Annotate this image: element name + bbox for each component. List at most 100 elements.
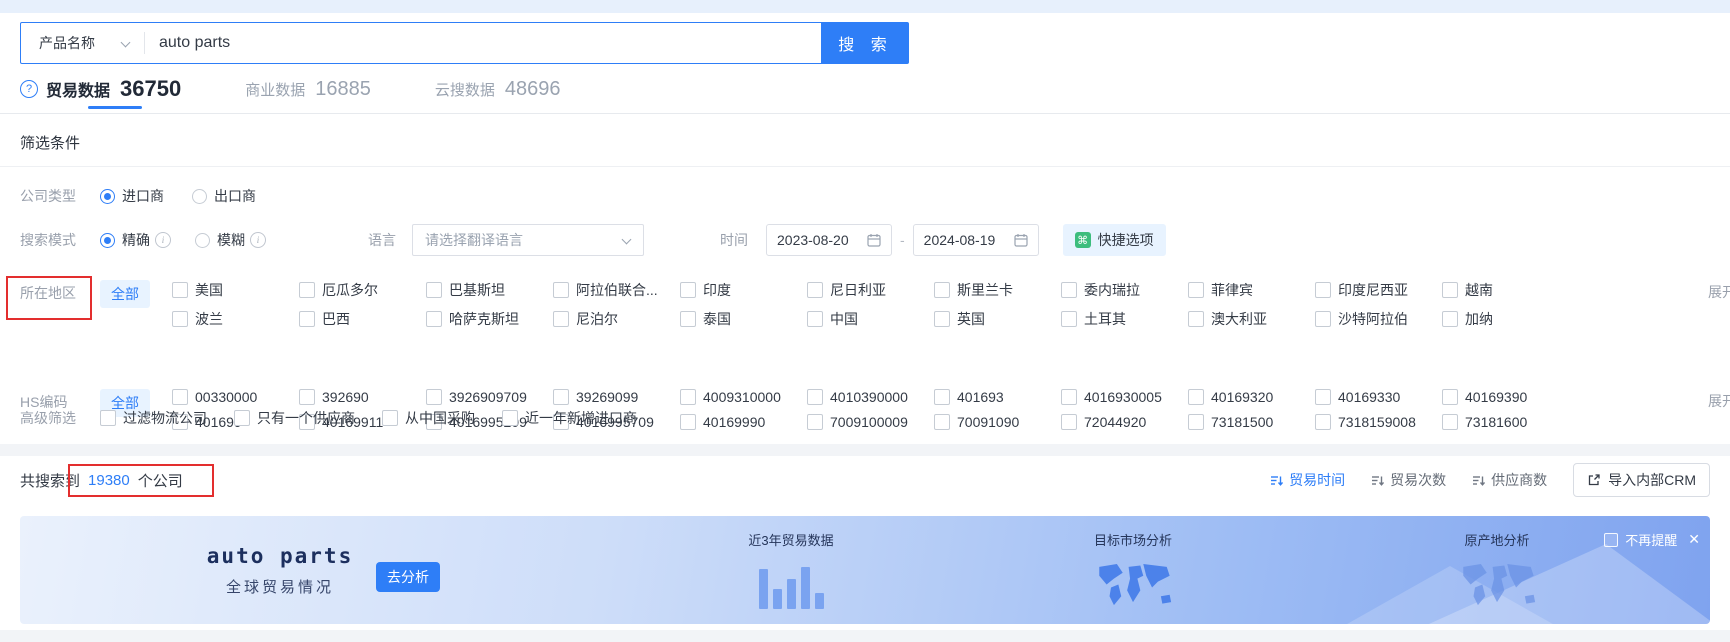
hs-expand-link[interactable]: 展开 bbox=[1708, 391, 1730, 411]
region-checkbox-item[interactable]: 澳大利亚 bbox=[1188, 309, 1315, 329]
hs-checkbox-item[interactable]: 40169390 bbox=[1442, 389, 1569, 405]
checkbox[interactable] bbox=[1442, 282, 1458, 298]
advanced-checkbox-item[interactable]: 从中国采购 bbox=[382, 408, 475, 428]
checkbox[interactable] bbox=[807, 311, 823, 327]
checkbox[interactable] bbox=[553, 311, 569, 327]
checkbox[interactable] bbox=[172, 389, 188, 405]
region-checkbox-item[interactable]: 英国 bbox=[934, 309, 1061, 329]
checkbox[interactable] bbox=[807, 389, 823, 405]
checkbox[interactable] bbox=[426, 389, 442, 405]
checkbox[interactable] bbox=[172, 282, 188, 298]
checkbox[interactable] bbox=[1061, 282, 1077, 298]
checkbox[interactable] bbox=[234, 410, 250, 426]
radio-exact[interactable]: 精确 i bbox=[100, 230, 171, 250]
checkbox[interactable] bbox=[426, 282, 442, 298]
checkbox[interactable] bbox=[1315, 389, 1331, 405]
info-icon[interactable]: i bbox=[250, 232, 266, 248]
checkbox[interactable] bbox=[502, 410, 518, 426]
tab-cloud-search-data[interactable]: 云搜数据 48696 bbox=[435, 78, 561, 101]
hs-checkbox-item[interactable]: 401693 bbox=[934, 389, 1061, 405]
region-checkbox-item[interactable]: 中国 bbox=[807, 309, 934, 329]
region-checkbox-item[interactable]: 波兰 bbox=[172, 309, 299, 329]
advanced-checkbox-item[interactable]: 只有一个供应商 bbox=[234, 408, 355, 428]
checkbox[interactable] bbox=[1061, 311, 1077, 327]
checkbox[interactable] bbox=[1188, 282, 1204, 298]
region-expand-link[interactable]: 展开 bbox=[1708, 282, 1730, 302]
region-checkbox-item[interactable]: 尼泊尔 bbox=[553, 309, 680, 329]
checkbox[interactable] bbox=[1061, 389, 1077, 405]
region-checkbox-item[interactable]: 厄瓜多尔 bbox=[299, 280, 426, 300]
checkbox[interactable] bbox=[299, 389, 315, 405]
checkbox[interactable] bbox=[553, 282, 569, 298]
checkbox[interactable] bbox=[100, 410, 116, 426]
sort-trade-time[interactable]: 贸易时间 bbox=[1270, 470, 1345, 490]
radio-importer[interactable]: 进口商 bbox=[100, 186, 164, 206]
checkbox[interactable] bbox=[934, 311, 950, 327]
search-category-dropdown[interactable]: 产品名称 bbox=[21, 33, 144, 53]
checkbox[interactable] bbox=[172, 311, 188, 327]
checkbox[interactable] bbox=[807, 282, 823, 298]
region-checkbox-item[interactable]: 巴西 bbox=[299, 309, 426, 329]
region-checkbox-item[interactable]: 阿拉伯联合... bbox=[553, 280, 680, 300]
region-checkbox-item[interactable]: 菲律宾 bbox=[1188, 280, 1315, 300]
close-icon[interactable]: ✕ bbox=[1688, 531, 1700, 548]
sort-supplier-count[interactable]: 供应商数 bbox=[1472, 470, 1547, 490]
date-end-input[interactable]: 2024-08-19 bbox=[912, 224, 1039, 256]
checkbox[interactable] bbox=[1188, 311, 1204, 327]
dismiss-checkbox[interactable] bbox=[1604, 532, 1619, 547]
hs-checkbox-item[interactable]: 4010390000 bbox=[807, 389, 934, 405]
language-select[interactable]: 请选择翻译语言 bbox=[412, 224, 644, 256]
tab-business-data[interactable]: 商业数据 16885 bbox=[245, 78, 371, 101]
hs-checkbox-item[interactable]: 00330000 bbox=[172, 389, 299, 405]
search-input[interactable] bbox=[145, 34, 821, 52]
checkbox[interactable] bbox=[680, 282, 696, 298]
checkbox[interactable] bbox=[1315, 282, 1331, 298]
region-checkbox-item[interactable]: 越南 bbox=[1442, 280, 1569, 300]
checkbox[interactable] bbox=[299, 282, 315, 298]
region-checkbox-item[interactable]: 美国 bbox=[172, 280, 299, 300]
checkbox[interactable] bbox=[382, 410, 398, 426]
region-checkbox-item[interactable]: 印度 bbox=[680, 280, 807, 300]
checkbox[interactable] bbox=[680, 389, 696, 405]
checkbox[interactable] bbox=[680, 311, 696, 327]
quick-options-button[interactable]: ⌘ 快捷选项 bbox=[1062, 224, 1166, 256]
checkbox[interactable] bbox=[1188, 389, 1204, 405]
checkbox[interactable] bbox=[299, 311, 315, 327]
hs-checkbox-item[interactable]: 39269099 bbox=[553, 389, 680, 405]
checkbox[interactable] bbox=[1442, 389, 1458, 405]
advanced-checkbox-item[interactable]: 近一年新增进口商 bbox=[502, 408, 637, 428]
tab-trade-data[interactable]: ? 贸易数据 36750 bbox=[20, 76, 181, 102]
checkbox[interactable] bbox=[553, 389, 569, 405]
import-crm-button[interactable]: 导入内部CRM bbox=[1573, 463, 1710, 497]
advanced-checkbox-item[interactable]: 过滤物流公司 bbox=[100, 408, 207, 428]
region-checkbox-item[interactable]: 斯里兰卡 bbox=[934, 280, 1061, 300]
region-checkbox-item[interactable]: 尼日利亚 bbox=[807, 280, 934, 300]
info-icon[interactable]: i bbox=[155, 232, 171, 248]
hs-checkbox-item[interactable]: 392690 bbox=[299, 389, 426, 405]
search-button[interactable]: 搜 索 bbox=[822, 22, 909, 64]
hs-checkbox-item[interactable]: 4016930005 bbox=[1061, 389, 1188, 405]
date-start-input[interactable]: 2023-08-20 bbox=[766, 224, 892, 256]
checkbox[interactable] bbox=[934, 389, 950, 405]
radio-fuzzy[interactable]: 模糊 i bbox=[195, 230, 266, 250]
hs-checkbox-item[interactable]: 40169330 bbox=[1315, 389, 1442, 405]
region-checkbox-item[interactable]: 委内瑞拉 bbox=[1061, 280, 1188, 300]
region-checkbox-item[interactable]: 土耳其 bbox=[1061, 309, 1188, 329]
hs-checkbox-item[interactable]: 3926909709 bbox=[426, 389, 553, 405]
region-checkbox-item[interactable]: 泰国 bbox=[680, 309, 807, 329]
radio-exporter[interactable]: 出口商 bbox=[192, 186, 256, 206]
help-icon[interactable]: ? bbox=[20, 80, 38, 98]
region-checkbox-item[interactable]: 沙特阿拉伯 bbox=[1315, 309, 1442, 329]
region-checkbox-item[interactable]: 巴基斯坦 bbox=[426, 280, 553, 300]
region-checkbox-item[interactable]: 哈萨克斯坦 bbox=[426, 309, 553, 329]
hs-checkbox-item[interactable]: 40169320 bbox=[1188, 389, 1315, 405]
region-checkbox-item[interactable]: 加纳 bbox=[1442, 309, 1569, 329]
checkbox[interactable] bbox=[934, 282, 950, 298]
checkbox[interactable] bbox=[1442, 311, 1458, 327]
hs-checkbox-item[interactable]: 4009310000 bbox=[680, 389, 807, 405]
analyze-button[interactable]: 去分析 bbox=[376, 562, 440, 592]
sort-trade-count[interactable]: 贸易次数 bbox=[1371, 470, 1446, 490]
region-all-chip[interactable]: 全部 bbox=[100, 280, 150, 308]
checkbox[interactable] bbox=[426, 311, 442, 327]
checkbox[interactable] bbox=[1315, 311, 1331, 327]
